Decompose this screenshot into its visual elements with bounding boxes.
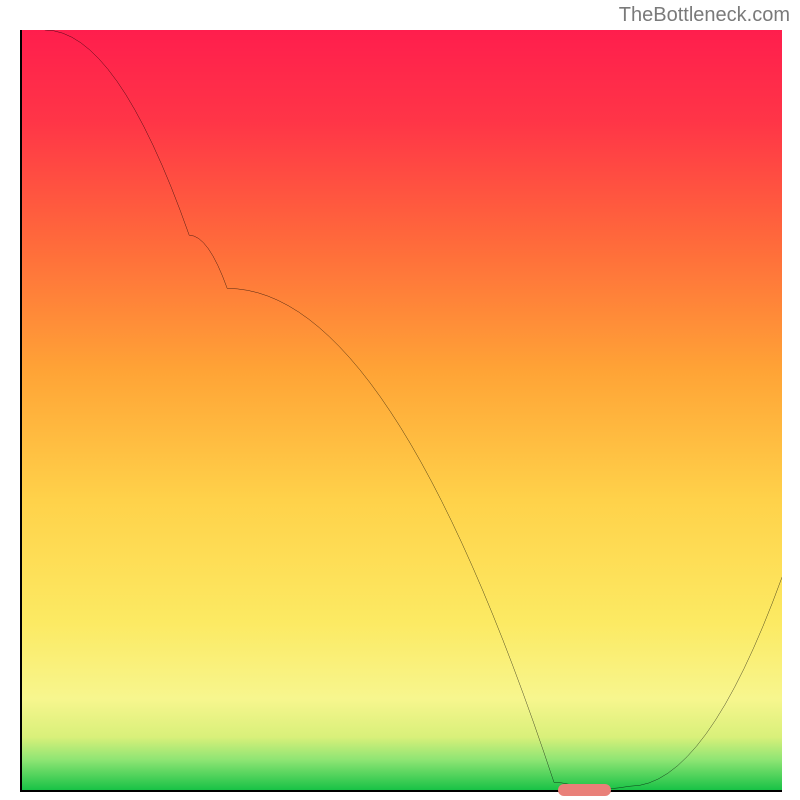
bottleneck-curve bbox=[22, 30, 782, 790]
optimum-marker bbox=[558, 784, 611, 796]
watermark-text: TheBottleneck.com bbox=[619, 4, 790, 27]
plot-area bbox=[20, 30, 782, 792]
